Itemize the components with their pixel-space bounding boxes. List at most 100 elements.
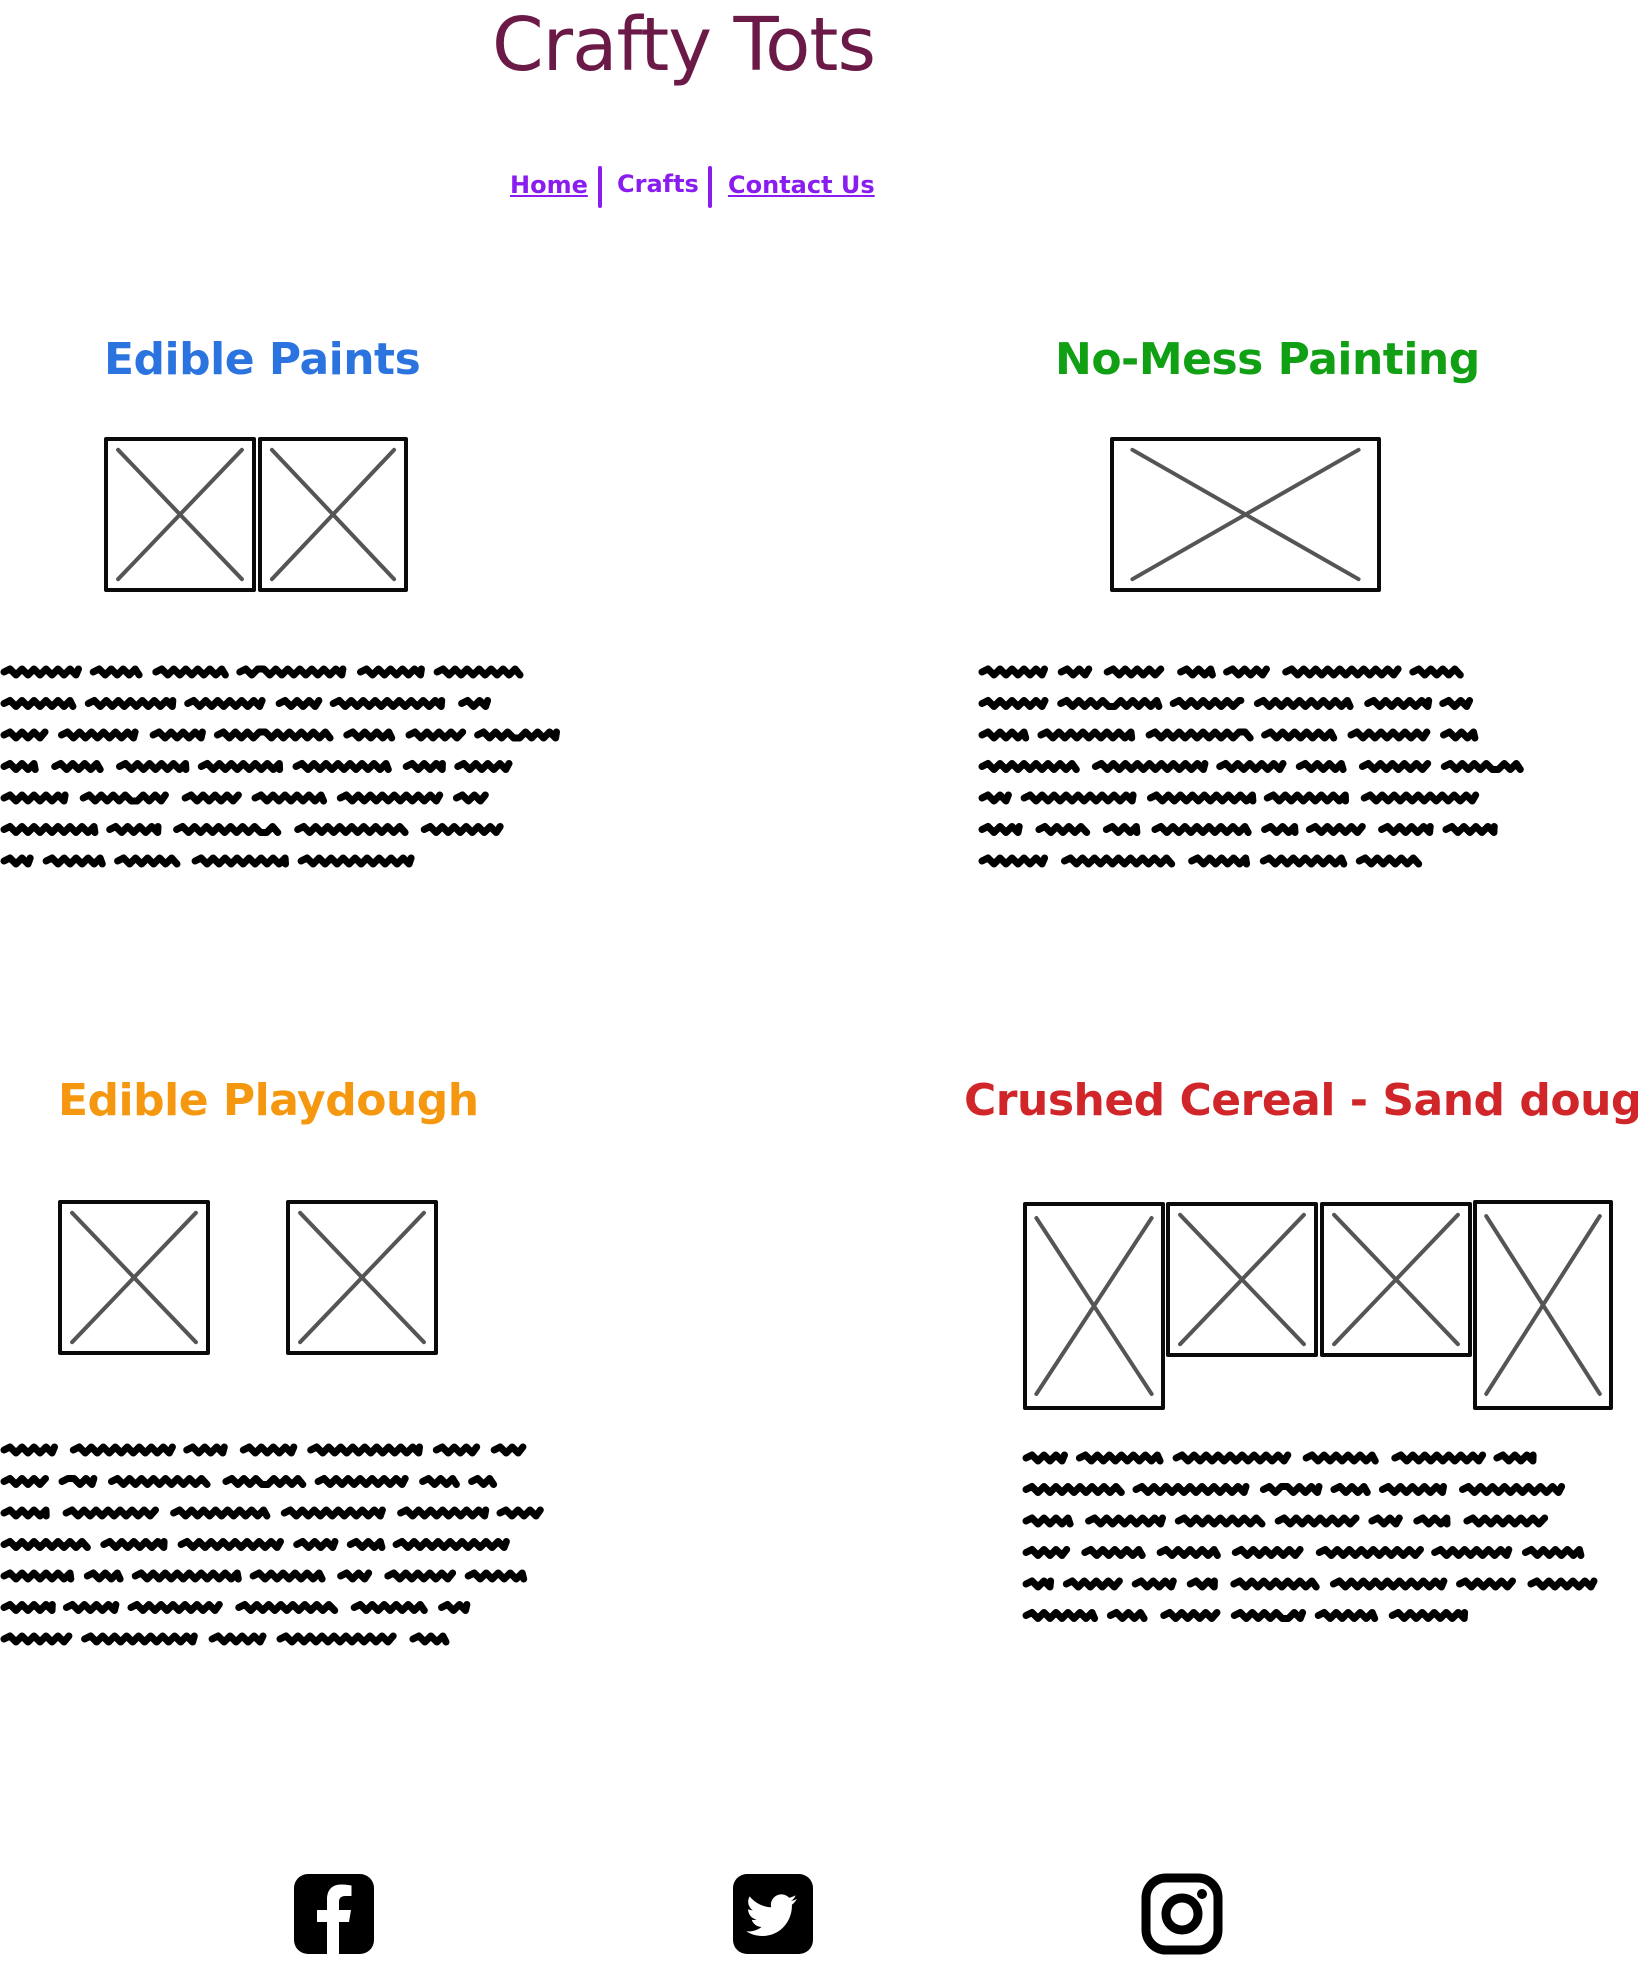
scribble-word xyxy=(1022,1451,1068,1465)
scribble-word xyxy=(0,854,34,868)
image-placeholder-cross xyxy=(108,441,252,588)
scribble-word xyxy=(405,728,467,742)
scribble-word xyxy=(0,1569,75,1583)
scribble-word xyxy=(1131,1577,1177,1591)
scribble-word xyxy=(1440,760,1524,773)
scribble-word xyxy=(42,854,106,868)
scribble-word xyxy=(1062,1577,1123,1591)
scribble-word xyxy=(0,823,99,836)
scribble-word xyxy=(1022,1546,1071,1559)
scribble-word xyxy=(1186,1577,1218,1591)
scribble-word xyxy=(83,1569,124,1583)
nav-link-home[interactable]: Home xyxy=(510,170,588,200)
nav-link-contact-us[interactable]: Contact Us xyxy=(728,170,875,200)
image-placeholder xyxy=(1473,1200,1613,1410)
scribble-word xyxy=(468,1475,498,1488)
scribble-word xyxy=(222,1475,307,1488)
scribble-word xyxy=(58,728,139,742)
scribble-word xyxy=(293,1538,339,1551)
scribble-word xyxy=(0,1632,73,1646)
scribble-word xyxy=(1057,665,1093,679)
scribble-word xyxy=(438,1601,471,1614)
scribble-word xyxy=(1355,854,1423,868)
scribble-word xyxy=(1259,1483,1323,1496)
scribble-word xyxy=(1439,697,1474,710)
scribble-word xyxy=(1378,1483,1447,1496)
scribble-word xyxy=(1315,1546,1424,1559)
scribble-word xyxy=(294,823,409,836)
scribble-word xyxy=(1378,823,1434,836)
scribble-word xyxy=(978,854,1049,868)
scribble-word xyxy=(0,1475,49,1488)
scribble-word xyxy=(978,791,1012,805)
twitter-icon[interactable] xyxy=(731,1872,815,1956)
scribble-word xyxy=(197,760,284,773)
scribble-word xyxy=(1259,854,1348,868)
scribble-word xyxy=(978,728,1030,742)
scribbled-text-block xyxy=(1022,1451,1598,1622)
scribble-word xyxy=(1459,1483,1566,1496)
scribble-word xyxy=(275,697,323,710)
scribble-word xyxy=(51,760,104,773)
scribble-word xyxy=(177,1538,284,1551)
scribble-word xyxy=(1261,728,1338,742)
section-heading-edible-paints: Edible Paints xyxy=(104,334,421,385)
image-placeholder-cross xyxy=(262,441,404,588)
scribble-word xyxy=(420,823,504,836)
scribble-word xyxy=(1216,760,1287,773)
scribble-word xyxy=(251,791,328,805)
scribble-word xyxy=(89,665,143,679)
scribble-word xyxy=(1431,1546,1513,1559)
image-placeholder xyxy=(286,1200,438,1355)
image-placeholder-cross xyxy=(62,1204,206,1351)
scribble-word xyxy=(1132,1483,1250,1496)
scribble-word xyxy=(1360,791,1480,805)
scribble-word xyxy=(0,697,77,710)
scribble-word xyxy=(978,697,1049,710)
scribble-word xyxy=(236,665,347,679)
scribble-word xyxy=(1151,823,1252,836)
scribble-word xyxy=(0,760,39,773)
scribble-word xyxy=(184,697,266,710)
scribble-word xyxy=(1103,665,1165,679)
scribble-word xyxy=(1172,1451,1292,1465)
scribble-word xyxy=(249,1569,326,1583)
scribble-word xyxy=(1091,760,1209,773)
scribble-word xyxy=(1295,760,1347,773)
scribble-word xyxy=(1282,665,1402,679)
scribble-word xyxy=(1106,1609,1148,1622)
scribble-word xyxy=(79,791,169,805)
scribble-word xyxy=(1413,1514,1451,1528)
scribble-word xyxy=(0,1538,91,1551)
scribble-word xyxy=(108,1475,211,1488)
scribble-word xyxy=(1493,1451,1537,1465)
site-title: Crafty Tots xyxy=(492,2,876,88)
scribble-word xyxy=(350,1601,428,1614)
scribble-word xyxy=(1347,728,1431,742)
scribble-word xyxy=(1463,1514,1549,1528)
section-heading-edible-playdough: Edible Playdough xyxy=(58,1075,479,1126)
scribble-word xyxy=(978,760,1080,773)
scribble-word xyxy=(452,791,489,805)
scribble-word xyxy=(1409,665,1464,679)
scribble-word xyxy=(1075,1451,1164,1465)
instagram-icon[interactable] xyxy=(1140,1872,1224,1956)
scribble-word xyxy=(1527,1577,1598,1591)
nav-link-crafts[interactable]: Crafts xyxy=(617,169,699,199)
scribble-word xyxy=(1081,1546,1146,1559)
facebook-icon[interactable] xyxy=(292,1872,376,1956)
scribble-word xyxy=(496,1506,544,1520)
scribble-word xyxy=(458,697,492,710)
scribble-word xyxy=(149,728,206,742)
scribble-word xyxy=(181,791,242,805)
section-heading-no-mess-painting: No-Mess Painting xyxy=(1055,334,1480,385)
scribble-word xyxy=(1364,697,1433,710)
scribble-word xyxy=(397,1506,490,1520)
nav-separator xyxy=(708,166,712,208)
scribble-word xyxy=(409,1632,450,1646)
scribble-word xyxy=(1314,1609,1379,1622)
scribble-word xyxy=(419,1475,460,1488)
scribble-word xyxy=(402,760,446,773)
image-placeholder-cross xyxy=(1114,441,1377,588)
scribbled-text-block xyxy=(0,665,560,868)
